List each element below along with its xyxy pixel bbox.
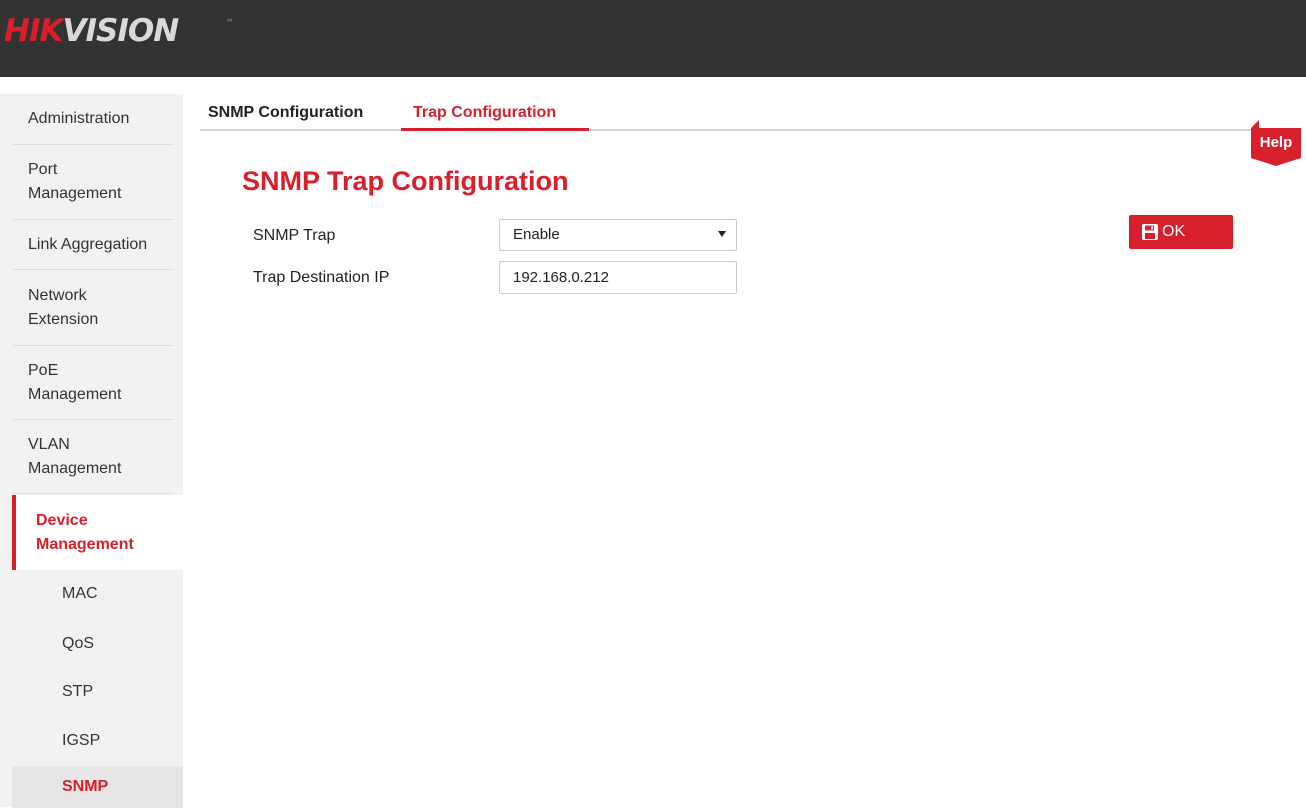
help-tab-point xyxy=(1251,158,1301,166)
sidebar-item-link-aggregation[interactable]: Link Aggregation xyxy=(13,220,174,270)
sidebar-item-vlan-management[interactable]: VLAN Management xyxy=(13,420,174,494)
sidebar-subitem-mac[interactable]: MAC xyxy=(12,584,183,604)
logo-part2: VISION xyxy=(62,13,180,49)
sidebar-subitem-igsp[interactable]: IGSP xyxy=(12,731,183,751)
sidebar-item-poe-management[interactable]: PoE Management xyxy=(13,346,174,420)
tab-bar: SNMP Configuration Trap Configuration xyxy=(200,96,1300,131)
trap-destination-ip-label: Trap Destination IP xyxy=(253,269,390,286)
active-tab-indicator xyxy=(401,128,589,131)
ok-button[interactable]: OK xyxy=(1129,215,1233,249)
sidebar-item-port-management[interactable]: Port Management xyxy=(13,145,174,220)
logo-part1: HIK xyxy=(4,13,64,49)
snmp-trap-selected-value: Enable xyxy=(513,226,560,243)
sidebar-item-label: VLAN Management xyxy=(28,435,122,477)
sidebar: Administration Port Management Link Aggr… xyxy=(0,94,183,808)
snmp-trap-select[interactable]: Enable xyxy=(499,219,737,251)
sidebar-item-label: Device Management xyxy=(36,511,134,553)
sidebar-subitem-snmp[interactable]: SNMP xyxy=(12,766,183,808)
help-button[interactable]: Help xyxy=(1251,120,1301,166)
sidebar-item-label: Network Extension xyxy=(28,286,99,328)
sidebar-item-device-management[interactable]: Device Management xyxy=(12,495,183,570)
trap-destination-ip-value: 192.168.0.212 xyxy=(513,269,609,286)
hikvision-logo: HIKVISION ™ xyxy=(4,11,234,51)
tab-snmp-configuration[interactable]: SNMP Configuration xyxy=(200,102,371,124)
trap-destination-ip-input[interactable]: 192.168.0.212 xyxy=(499,261,737,294)
sidebar-item-administration[interactable]: Administration xyxy=(13,94,174,145)
chevron-down-icon xyxy=(718,231,726,237)
top-bar: HIKVISION ™ xyxy=(0,0,1306,77)
sidebar-item-label: Administration xyxy=(28,110,130,127)
help-label: Help xyxy=(1251,128,1301,158)
snmp-trap-label: SNMP Trap xyxy=(253,227,336,244)
tab-trap-configuration[interactable]: Trap Configuration xyxy=(405,102,564,124)
sidebar-item-network-extension[interactable]: Network Extension xyxy=(13,270,174,346)
sidebar-subitem-label: SNMP xyxy=(62,778,109,795)
help-tab-corner xyxy=(1251,120,1259,128)
sidebar-subitem-label: MAC xyxy=(62,585,98,602)
save-icon xyxy=(1141,223,1159,241)
sidebar-item-label: Link Aggregation xyxy=(28,235,148,253)
logo-trademark: ™ xyxy=(226,18,234,27)
sidebar-subitem-label: QoS xyxy=(62,635,95,652)
sidebar-item-label: PoE Management xyxy=(28,361,122,403)
ok-button-label: OK xyxy=(1162,223,1186,240)
sidebar-subitem-stp[interactable]: STP xyxy=(12,682,183,702)
sidebar-subitem-label: STP xyxy=(62,683,94,700)
page-title: SNMP Trap Configuration xyxy=(242,166,569,196)
sidebar-subitem-label: IGSP xyxy=(62,732,101,749)
sidebar-subitem-qos[interactable]: QoS xyxy=(12,634,183,654)
sidebar-item-label: Port Management xyxy=(28,161,122,202)
